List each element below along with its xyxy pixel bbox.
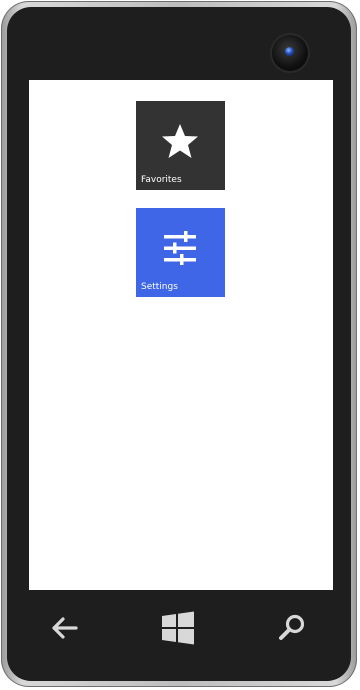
search-button[interactable]: [274, 610, 310, 646]
back-button[interactable]: [48, 610, 84, 646]
windows-logo-icon: [162, 611, 194, 645]
star-icon: [162, 124, 198, 158]
search-icon: [279, 614, 305, 640]
settings-tile-label: Settings: [141, 282, 178, 292]
settings-tile[interactable]: Settings: [136, 208, 225, 297]
favorites-tile[interactable]: Favorites: [136, 101, 225, 190]
sliders-icon: [164, 231, 196, 265]
start-button[interactable]: [160, 610, 196, 646]
start-screen: Favorites Settings: [29, 80, 333, 590]
favorites-tile-label: Favorites: [141, 175, 182, 185]
back-arrow-icon: [52, 617, 78, 639]
navigation-bar: [6, 590, 350, 670]
camera-lens: [285, 47, 294, 56]
camera-icon: [272, 35, 308, 71]
